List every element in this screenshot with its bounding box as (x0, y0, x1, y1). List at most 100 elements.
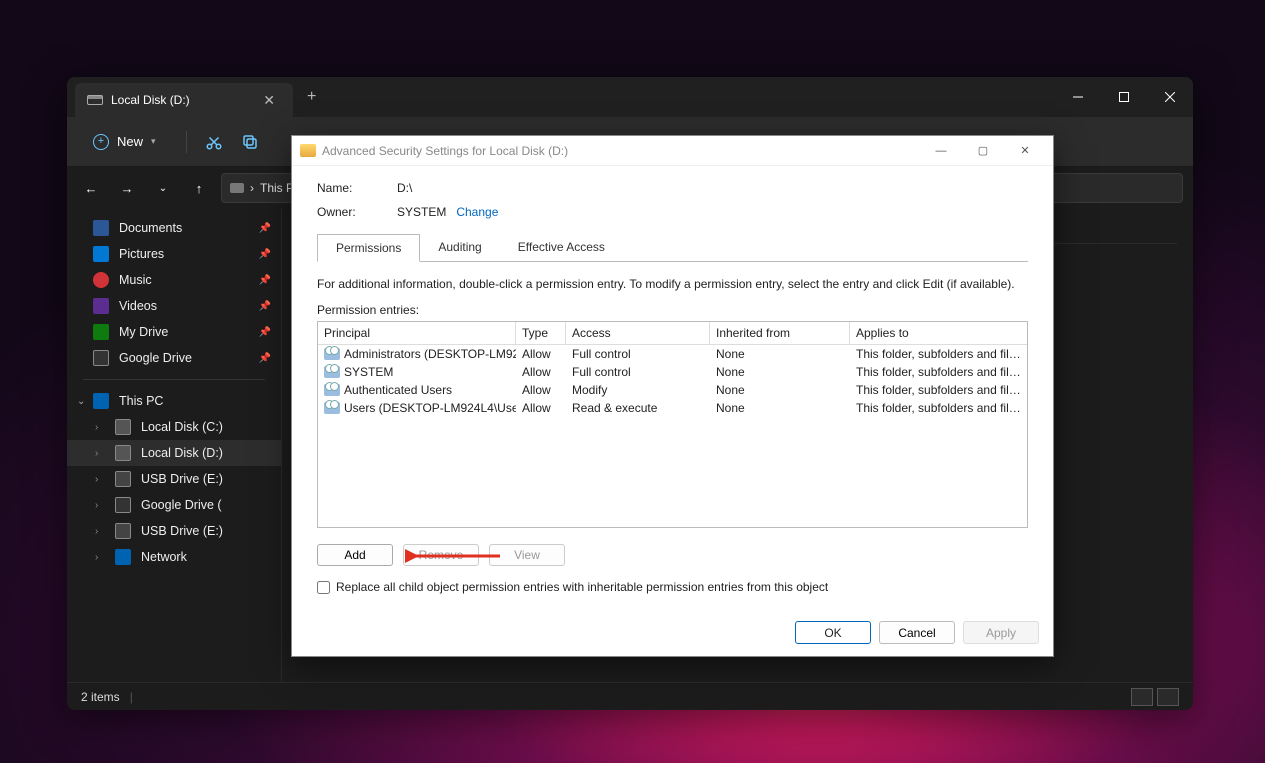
permission-row[interactable]: Administrators (DESKTOP-LM92...AllowFull… (318, 345, 1027, 363)
col-inherited[interactable]: Inherited from (710, 322, 850, 344)
ok-button[interactable]: OK (795, 621, 871, 644)
sidebar-item[interactable]: Music📌 (67, 267, 281, 293)
security-settings-dialog: Advanced Security Settings for Local Dis… (291, 135, 1054, 657)
tab-permissions[interactable]: Permissions (317, 234, 420, 262)
sidebar-this-pc[interactable]: ⌄ This PC (67, 388, 281, 414)
col-principal[interactable]: Principal (318, 322, 516, 344)
chevron-right-icon: › (95, 526, 98, 537)
users-icon (324, 348, 340, 360)
chevron-right-icon: › (95, 474, 98, 485)
folder-icon (300, 144, 316, 157)
minimize-button[interactable] (1055, 77, 1101, 117)
chevron-down-icon: ▾ (151, 136, 156, 147)
drive-icon (115, 471, 131, 487)
drive-icon (115, 497, 131, 513)
col-applies[interactable]: Applies to (850, 322, 1027, 344)
back-button[interactable]: ← (77, 174, 105, 202)
owner-label: Owner: (317, 205, 397, 219)
change-owner-link[interactable]: Change (456, 205, 498, 219)
tab-close-icon[interactable]: ✕ (257, 90, 281, 111)
replace-child-entries-label: Replace all child object permission entr… (336, 580, 828, 594)
folder-icon (93, 298, 109, 314)
tab-auditing[interactable]: Auditing (420, 234, 499, 262)
cancel-button[interactable]: Cancel (879, 621, 955, 644)
sidebar-drive-item[interactable]: ›Network (67, 544, 281, 570)
pin-icon: 📌 (259, 353, 271, 364)
status-item-count: 2 items (81, 690, 120, 704)
permission-row[interactable]: Authenticated UsersAllowModifyNoneThis f… (318, 381, 1027, 399)
tab-label: Local Disk (D:) (111, 93, 249, 107)
permission-entries-label: Permission entries: (317, 303, 1028, 317)
permission-row[interactable]: SYSTEMAllowFull controlNoneThis folder, … (318, 363, 1027, 381)
sidebar-drive-item[interactable]: ›USB Drive (E:) (67, 466, 281, 492)
pin-icon: 📌 (259, 275, 271, 286)
cut-icon[interactable] (205, 133, 223, 151)
sidebar-drive-item[interactable]: ›USB Drive (E:) (67, 518, 281, 544)
sidebar: Documents📌Pictures📌Music📌Videos📌My Drive… (67, 209, 282, 682)
new-button[interactable]: + New ▾ (81, 128, 168, 156)
sidebar-item[interactable]: Pictures📌 (67, 241, 281, 267)
sidebar-item[interactable]: Documents📌 (67, 215, 281, 241)
dialog-footer: OK Cancel Apply (292, 611, 1053, 656)
forward-button[interactable]: → (113, 174, 141, 202)
users-icon (324, 366, 340, 378)
instruction-text: For additional information, double-click… (317, 276, 1028, 293)
sidebar-drive-item[interactable]: ›Local Disk (C:) (67, 414, 281, 440)
close-button[interactable] (1147, 77, 1193, 117)
dialog-minimize-button[interactable]: — (921, 138, 961, 164)
pc-icon (93, 393, 109, 409)
drive-icon (115, 445, 131, 461)
apply-button[interactable]: Apply (963, 621, 1039, 644)
dialog-close-button[interactable]: ✕ (1005, 138, 1045, 164)
name-label: Name: (317, 181, 397, 195)
name-value: D:\ (397, 181, 412, 195)
folder-icon (93, 220, 109, 236)
dialog-title: Advanced Security Settings for Local Dis… (322, 144, 915, 158)
col-access[interactable]: Access (566, 322, 710, 344)
annotation-arrow (405, 546, 505, 566)
sidebar-item[interactable]: Videos📌 (67, 293, 281, 319)
explorer-titlebar: Local Disk (D:) ✕ + (67, 77, 1193, 117)
status-bar: 2 items | (67, 682, 1193, 710)
permission-row[interactable]: Users (DESKTOP-LM924L4\Users)AllowRead &… (318, 399, 1027, 417)
folder-icon (93, 324, 109, 340)
pin-icon: 📌 (259, 223, 271, 234)
folder-icon (93, 350, 109, 366)
chevron-down-icon: ⌄ (77, 396, 85, 407)
dialog-maximize-button[interactable]: ▢ (963, 138, 1003, 164)
folder-icon (93, 246, 109, 262)
drive-icon (115, 419, 131, 435)
chevron-right-icon: › (95, 500, 98, 511)
add-button[interactable]: Add (317, 544, 393, 566)
tab-effective-access[interactable]: Effective Access (500, 234, 623, 262)
users-icon (324, 402, 340, 414)
up-button[interactable]: ↑ (185, 174, 213, 202)
permission-table: Principal Type Access Inherited from App… (317, 321, 1028, 528)
table-header: Principal Type Access Inherited from App… (318, 322, 1027, 345)
chevron-right-icon: › (95, 448, 98, 459)
dialog-tabs: Permissions Auditing Effective Access (317, 233, 1028, 262)
users-icon (324, 384, 340, 396)
maximize-button[interactable] (1101, 77, 1147, 117)
drive-icon (115, 523, 131, 539)
tab-local-disk-d[interactable]: Local Disk (D:) ✕ (75, 83, 293, 117)
new-tab-button[interactable]: + (293, 88, 330, 106)
owner-value: SYSTEM (397, 205, 446, 219)
chevron-right-icon: › (95, 552, 98, 563)
copy-icon[interactable] (241, 133, 259, 151)
sidebar-drive-item[interactable]: ›Local Disk (D:) (67, 440, 281, 466)
pin-icon: 📌 (259, 327, 271, 338)
sidebar-item[interactable]: Google Drive📌 (67, 345, 281, 371)
replace-child-entries-checkbox[interactable] (317, 581, 330, 594)
recent-button[interactable]: ⌄ (149, 174, 177, 202)
disk-icon (87, 95, 103, 105)
icons-view-button[interactable] (1157, 688, 1179, 706)
pin-icon: 📌 (259, 301, 271, 312)
sidebar-item[interactable]: My Drive📌 (67, 319, 281, 345)
col-type[interactable]: Type (516, 322, 566, 344)
details-view-button[interactable] (1131, 688, 1153, 706)
disk-icon (230, 183, 244, 193)
chevron-right-icon: › (95, 422, 98, 433)
drive-icon (115, 549, 131, 565)
sidebar-drive-item[interactable]: ›Google Drive ( (67, 492, 281, 518)
